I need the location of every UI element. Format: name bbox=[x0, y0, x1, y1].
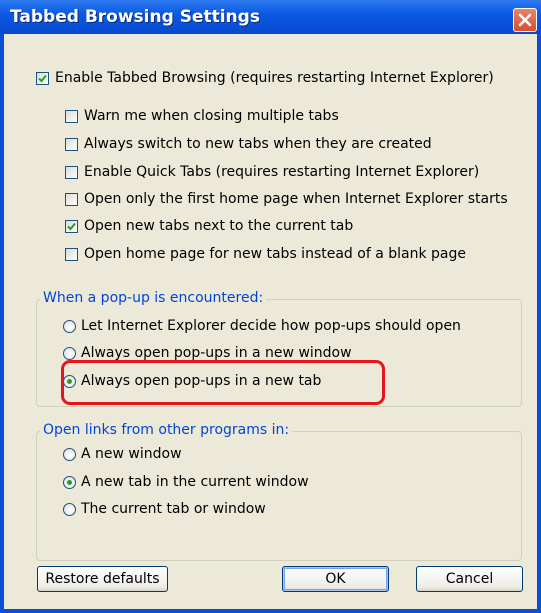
warn-closing-tabs-label[interactable]: Warn me when closing multiple tabs bbox=[84, 108, 339, 124]
dialog-window: Tabbed Browsing Settings Enable Tabbed B… bbox=[0, 0, 541, 613]
first-home-page-label[interactable]: Open only the first home page when Inter… bbox=[84, 191, 508, 207]
checkmark-icon bbox=[38, 74, 47, 83]
popup-ie-decide-radio[interactable] bbox=[63, 320, 76, 333]
links-new-window-radio[interactable] bbox=[63, 448, 76, 461]
popup-new-window-label[interactable]: Always open pop-ups in a new window bbox=[81, 345, 352, 361]
title-bar[interactable]: Tabbed Browsing Settings bbox=[0, 0, 541, 34]
enable-quick-tabs-checkbox[interactable] bbox=[65, 166, 78, 179]
home-page-new-tabs-checkbox[interactable] bbox=[65, 248, 78, 261]
links-new-tab-radio[interactable] bbox=[63, 476, 76, 489]
ok-button[interactable]: OK bbox=[282, 566, 389, 592]
close-icon bbox=[518, 13, 532, 27]
first-home-page-checkbox[interactable] bbox=[65, 193, 78, 206]
links-new-tab-label[interactable]: A new tab in the current window bbox=[81, 474, 309, 490]
cancel-button[interactable]: Cancel bbox=[416, 566, 523, 592]
links-group-legend: Open links from other programs in: bbox=[40, 422, 293, 438]
links-new-window-label[interactable]: A new window bbox=[81, 446, 182, 462]
open-next-to-current-checkbox[interactable] bbox=[65, 220, 78, 233]
links-current-tab-radio[interactable] bbox=[63, 503, 76, 516]
enable-tabbed-browsing-label[interactable]: Enable Tabbed Browsing (requires restart… bbox=[55, 70, 494, 86]
dialog-body: Enable Tabbed Browsing (requires restart… bbox=[4, 34, 537, 609]
open-next-to-current-label[interactable]: Open new tabs next to the current tab bbox=[84, 218, 353, 234]
highlight-annotation bbox=[61, 360, 385, 405]
switch-new-tabs-checkbox[interactable] bbox=[65, 138, 78, 151]
close-button[interactable] bbox=[513, 8, 537, 32]
links-current-tab-label[interactable]: The current tab or window bbox=[81, 501, 266, 517]
popup-group-legend: When a pop-up is encountered: bbox=[40, 290, 267, 306]
enable-quick-tabs-label[interactable]: Enable Quick Tabs (requires restarting I… bbox=[84, 164, 479, 180]
popup-new-window-radio[interactable] bbox=[63, 347, 76, 360]
enable-tabbed-browsing-checkbox[interactable] bbox=[36, 72, 49, 85]
home-page-new-tabs-label[interactable]: Open home page for new tabs instead of a… bbox=[84, 246, 466, 262]
popup-ie-decide-label[interactable]: Let Internet Explorer decide how pop-ups… bbox=[81, 318, 461, 334]
switch-new-tabs-label[interactable]: Always switch to new tabs when they are … bbox=[84, 136, 432, 152]
radio-selected-dot bbox=[67, 480, 72, 485]
checkmark-icon bbox=[67, 222, 76, 231]
restore-defaults-button[interactable]: Restore defaults bbox=[37, 566, 168, 592]
warn-closing-tabs-checkbox[interactable] bbox=[65, 110, 78, 123]
window-title: Tabbed Browsing Settings bbox=[10, 7, 260, 27]
